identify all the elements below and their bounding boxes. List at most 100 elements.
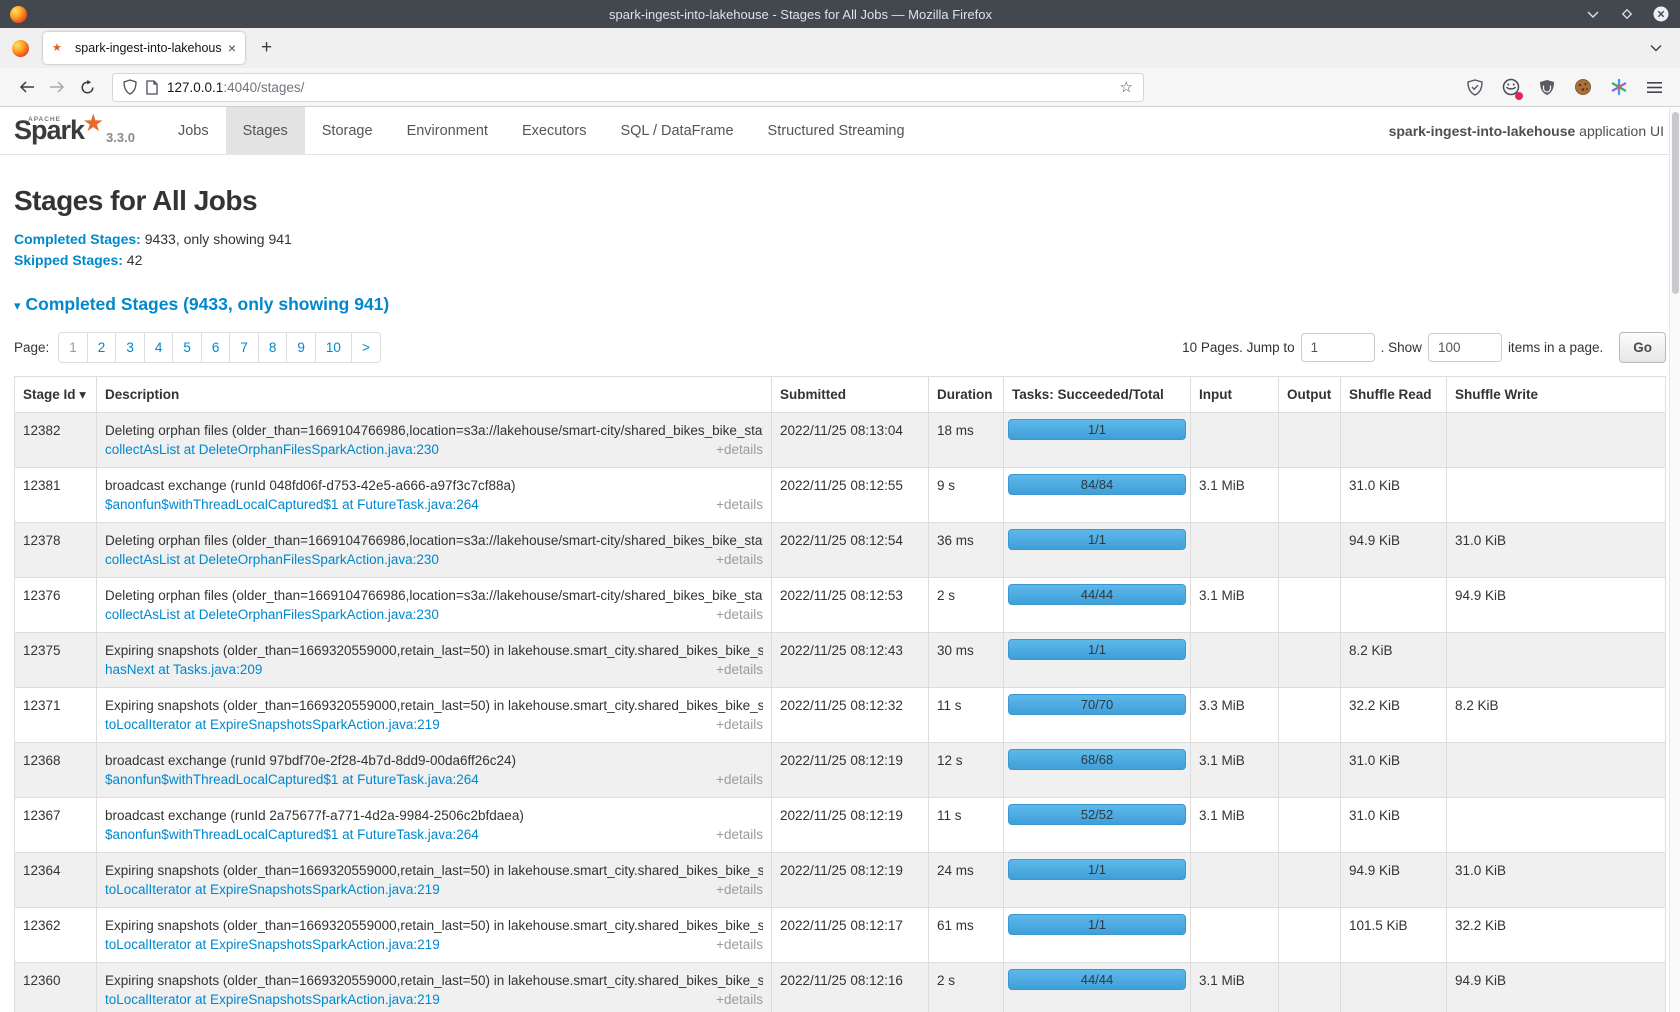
details-toggle[interactable]: +details [716,825,763,844]
menu-hamburger-icon[interactable] [1645,78,1664,97]
page-button-5[interactable]: 5 [173,332,202,363]
bookmark-star-icon[interactable]: ☆ [1120,78,1133,96]
column-header-stage-id[interactable]: Stage Id ▾ [15,377,97,413]
url-bar[interactable]: 127.0.0.1:4040/stages/ ☆ [112,73,1144,102]
forward-button[interactable] [42,73,72,101]
page-button-7[interactable]: 7 [230,332,259,363]
reload-button[interactable] [72,73,102,101]
minimize-button[interactable] [1584,5,1602,23]
column-header-shuffle-read[interactable]: Shuffle Read [1341,377,1447,413]
page-button-2[interactable]: 2 [88,332,117,363]
stage-detail-link[interactable]: $anonfun$withThreadLocalCaptured$1 at Fu… [105,495,479,514]
stage-description: broadcast exchange (runId 2a75677f-a771-… [105,806,763,825]
page-button-8[interactable]: 8 [259,332,288,363]
stage-detail-link[interactable]: collectAsList at DeleteOrphanFilesSparkA… [105,605,439,624]
pagination-row: Page: 12345678910> 10 Pages. Jump to . S… [14,332,1666,363]
window-titlebar: spark-ingest-into-lakehouse - Stages for… [0,0,1680,28]
scrollbar-thumb[interactable] [1672,112,1679,294]
colorful-asterisk-extension-icon[interactable] [1609,78,1628,97]
nav-item-sql-dataframe[interactable]: SQL / DataFrame [603,107,750,154]
column-header-input[interactable]: Input [1191,377,1279,413]
page-button-6[interactable]: 6 [202,332,231,363]
details-toggle[interactable]: +details [716,550,763,569]
tasks-cell: 84/84 [1004,468,1191,523]
tasks-cell: 1/1 [1004,908,1191,963]
firefox-view-icon[interactable] [12,40,29,57]
page-button-4[interactable]: 4 [145,332,174,363]
table-row: 12382Deleting orphan files (older_than=1… [15,413,1666,468]
items-per-page-input[interactable] [1428,333,1502,362]
details-toggle[interactable]: +details [716,605,763,624]
logo-apache-label: APACHE [28,116,61,123]
spark-logo[interactable]: APACHE Spark ★ 3.3.0 [14,107,135,154]
stage-detail-link[interactable]: toLocalIterator at ExpireSnapshotsSparkA… [105,935,440,954]
site-info-icon[interactable] [146,80,158,95]
duration-cell: 2 s [929,963,1004,1012]
page-button-3[interactable]: 3 [116,332,145,363]
go-button[interactable]: Go [1619,332,1666,363]
page-next-button[interactable]: > [352,332,381,363]
stage-detail-link[interactable]: $anonfun$withThreadLocalCaptured$1 at Fu… [105,825,479,844]
stage-detail-link[interactable]: hasNext at Tasks.java:209 [105,660,262,679]
stage-detail-link[interactable]: collectAsList at DeleteOrphanFilesSparkA… [105,550,439,569]
completed-stages-section-toggle[interactable]: ▾Completed Stages (9433, only showing 94… [14,294,1666,315]
shield-check-extension-icon[interactable] [1465,78,1484,97]
page-button-1[interactable]: 1 [58,332,88,363]
details-toggle[interactable]: +details [716,990,763,1009]
column-header-shuffle-write[interactable]: Shuffle Write [1447,377,1666,413]
input-cell [1191,633,1279,688]
container-mask-extension-icon[interactable] [1501,78,1520,97]
column-header-output[interactable]: Output [1279,377,1341,413]
stages-table: Stage Id ▾DescriptionSubmittedDurationTa… [14,376,1666,1012]
stage-detail-link[interactable]: collectAsList at DeleteOrphanFilesSparkA… [105,440,439,459]
back-button[interactable] [12,73,42,101]
stage-detail-link[interactable]: toLocalIterator at ExpireSnapshotsSparkA… [105,715,440,734]
details-toggle[interactable]: +details [716,770,763,789]
application-name: spark-ingest-into-lakehouse [1389,123,1576,139]
shield-icon[interactable] [123,79,137,95]
details-toggle[interactable]: +details [716,935,763,954]
page-scrollbar[interactable] [1669,108,1680,1012]
nav-item-storage[interactable]: Storage [305,107,390,154]
table-row: 12375Expiring snapshots (older_than=1669… [15,633,1666,688]
nav-item-environment[interactable]: Environment [390,107,505,154]
output-cell [1279,798,1341,853]
nav-item-structured-streaming[interactable]: Structured Streaming [751,107,922,154]
table-row: 12362Expiring snapshots (older_than=1669… [15,908,1666,963]
table-row: 12368broadcast exchange (runId 97bdf70e-… [15,743,1666,798]
column-header-submitted[interactable]: Submitted [772,377,929,413]
page-button-9[interactable]: 9 [287,332,316,363]
nav-item-jobs[interactable]: Jobs [161,107,226,154]
ublock-shield-extension-icon[interactable] [1537,78,1556,97]
details-toggle[interactable]: +details [716,880,763,899]
nav-item-stages[interactable]: Stages [226,107,305,154]
list-tabs-chevron-icon[interactable] [1650,44,1662,52]
input-cell: 3.1 MiB [1191,743,1279,798]
tab-title: spark-ingest-into-lakehous [75,41,222,55]
stage-detail-link[interactable]: toLocalIterator at ExpireSnapshotsSparkA… [105,990,440,1009]
stage-detail-link[interactable]: $anonfun$withThreadLocalCaptured$1 at Fu… [105,770,479,789]
firefox-logo-icon [10,6,27,23]
tab-close-icon[interactable]: × [228,40,236,56]
maximize-button[interactable] [1618,5,1636,23]
new-tab-button[interactable]: + [261,37,272,59]
column-header-tasks-succeeded-total[interactable]: Tasks: Succeeded/Total [1004,377,1191,413]
cookie-extension-icon[interactable] [1573,78,1592,97]
details-toggle[interactable]: +details [716,440,763,459]
shuffle-write-cell [1447,413,1666,468]
url-host: 127.0.0.1 [167,80,223,95]
details-toggle[interactable]: +details [716,495,763,514]
details-toggle[interactable]: +details [716,715,763,734]
page-button-10[interactable]: 10 [316,332,352,363]
browser-tab[interactable]: ★ spark-ingest-into-lakehous × [43,32,245,64]
column-header-duration[interactable]: Duration [929,377,1004,413]
extension-icons [1465,78,1668,97]
details-toggle[interactable]: +details [716,660,763,679]
jump-to-page-input[interactable] [1301,333,1375,362]
column-header-description[interactable]: Description [97,377,772,413]
shuffle-write-cell [1447,633,1666,688]
stage-detail-link[interactable]: toLocalIterator at ExpireSnapshotsSparkA… [105,880,440,899]
nav-item-executors[interactable]: Executors [505,107,603,154]
completed-stages-value: 9433, only showing 941 [141,231,292,247]
close-button[interactable] [1652,5,1670,23]
